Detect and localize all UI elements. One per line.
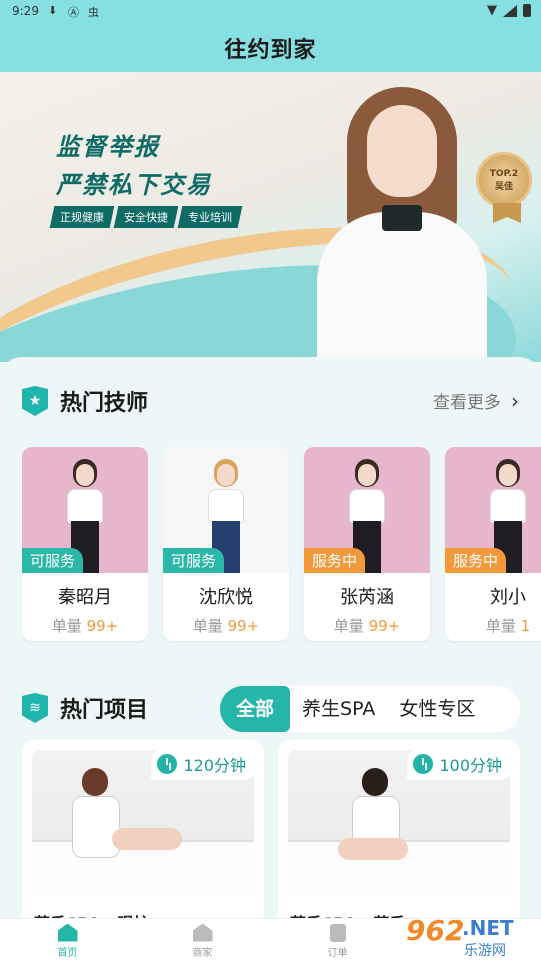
- status-bar: 9:29 ⬇ Ⓐ 虫 ▼: [0, 0, 541, 24]
- tech-photo: 可服务: [22, 447, 148, 573]
- tech-order-count: 单量 99+: [333, 617, 401, 635]
- nav-home[interactable]: 首页: [0, 919, 135, 963]
- project-card[interactable]: 100分钟 芙香SPA · 芬香: [278, 740, 520, 930]
- tech-name: 张芮涵: [340, 587, 394, 608]
- download-icon: ⬇: [48, 4, 58, 17]
- banner-tags: 正规健康 安全快捷 专业培训: [49, 206, 243, 228]
- shop-icon: [192, 923, 213, 942]
- page-title: 往约到家: [224, 38, 317, 63]
- duration-badge: 100分钟: [407, 748, 512, 780]
- hot-projects-header: ≋ 热门项目: [22, 692, 148, 724]
- tech-order-count: 单量 1: [485, 617, 531, 635]
- status-right: ▼: [487, 3, 531, 18]
- banner-tag: 正规健康: [49, 206, 115, 228]
- hot-techs-title: 热门技师: [60, 391, 149, 416]
- clock-icon: [413, 754, 434, 774]
- project-card[interactable]: 120分钟 芙香SPA · 眼护: [22, 740, 264, 930]
- banner-tag: 安全快捷: [113, 206, 179, 228]
- nav-shop[interactable]: 商家: [135, 919, 270, 963]
- tab-spa[interactable]: 养生SPA: [290, 686, 387, 732]
- hot-projects-title: 热门项目: [60, 698, 149, 723]
- tech-card[interactable]: 可服务 沈欣悦 单量 99+: [163, 447, 289, 641]
- tech-card[interactable]: 服务中 张芮涵 单量 99+: [304, 447, 430, 641]
- signal-icon: [503, 4, 517, 17]
- tech-list[interactable]: 可服务 秦昭月 单量 99+ 可服务 沈欣悦 单量 99+ 服务中 张芮涵 单量…: [22, 447, 541, 643]
- project-tabs: 全部 养生SPA 女性专区: [220, 686, 520, 732]
- clock-icon: [157, 754, 178, 774]
- battery-icon: [523, 4, 531, 17]
- bug-icon: 虫: [88, 6, 99, 19]
- banner-tag: 专业培训: [177, 206, 243, 228]
- status-time: 9:29: [12, 4, 39, 18]
- app-header: 9:29 ⬇ Ⓐ 虫 ▼ 往约到家: [0, 0, 541, 72]
- status-badge: 服务中: [445, 548, 507, 573]
- a-icon: Ⓐ: [68, 6, 79, 19]
- layers-shield-icon: ≋: [22, 693, 48, 723]
- tech-name: 刘小: [490, 587, 526, 608]
- tech-name: 沈欣悦: [199, 587, 253, 608]
- top-rank-badge: TOP.2 吴佳: [476, 152, 532, 223]
- watermark-logo: 962 .NET 乐游网: [406, 914, 514, 959]
- tech-order-count: 单量 99+: [51, 617, 119, 635]
- star-shield-icon: ★: [22, 386, 48, 416]
- status-badge: 服务中: [304, 548, 366, 573]
- tech-order-count: 单量 99+: [192, 617, 260, 635]
- tab-female[interactable]: 女性专区: [387, 686, 487, 732]
- tech-photo: 服务中: [304, 447, 430, 573]
- tab-all[interactable]: 全部: [220, 686, 291, 732]
- home-icon: [57, 923, 78, 942]
- promo-banner[interactable]: 监督举报 严禁私下交易 正规健康 安全快捷 专业培训 TOP.2 吴佳: [0, 72, 541, 362]
- chevron-right-icon: ›: [511, 388, 519, 413]
- tech-card[interactable]: 服务中 刘小 单量 1: [445, 447, 541, 641]
- tech-photo: 服务中: [445, 447, 541, 573]
- hot-techs-header: ★ 热门技师: [22, 385, 148, 417]
- status-badge: 可服务: [163, 548, 225, 573]
- duration-badge: 120分钟: [151, 748, 256, 780]
- tech-name: 秦昭月: [58, 587, 112, 608]
- tech-photo: 可服务: [163, 447, 289, 573]
- banner-slogan-2: 严禁私下交易: [56, 171, 212, 199]
- order-icon: [329, 923, 346, 942]
- tech-card[interactable]: 可服务 秦昭月 单量 99+: [22, 447, 148, 641]
- status-badge: 可服务: [22, 548, 84, 573]
- view-more-link[interactable]: 查看更多 ›: [433, 388, 519, 414]
- banner-model-image: [312, 87, 492, 362]
- wifi-icon: ▼: [487, 3, 497, 18]
- nav-orders[interactable]: 订单: [270, 919, 405, 963]
- banner-slogan-1: 监督举报: [56, 133, 160, 161]
